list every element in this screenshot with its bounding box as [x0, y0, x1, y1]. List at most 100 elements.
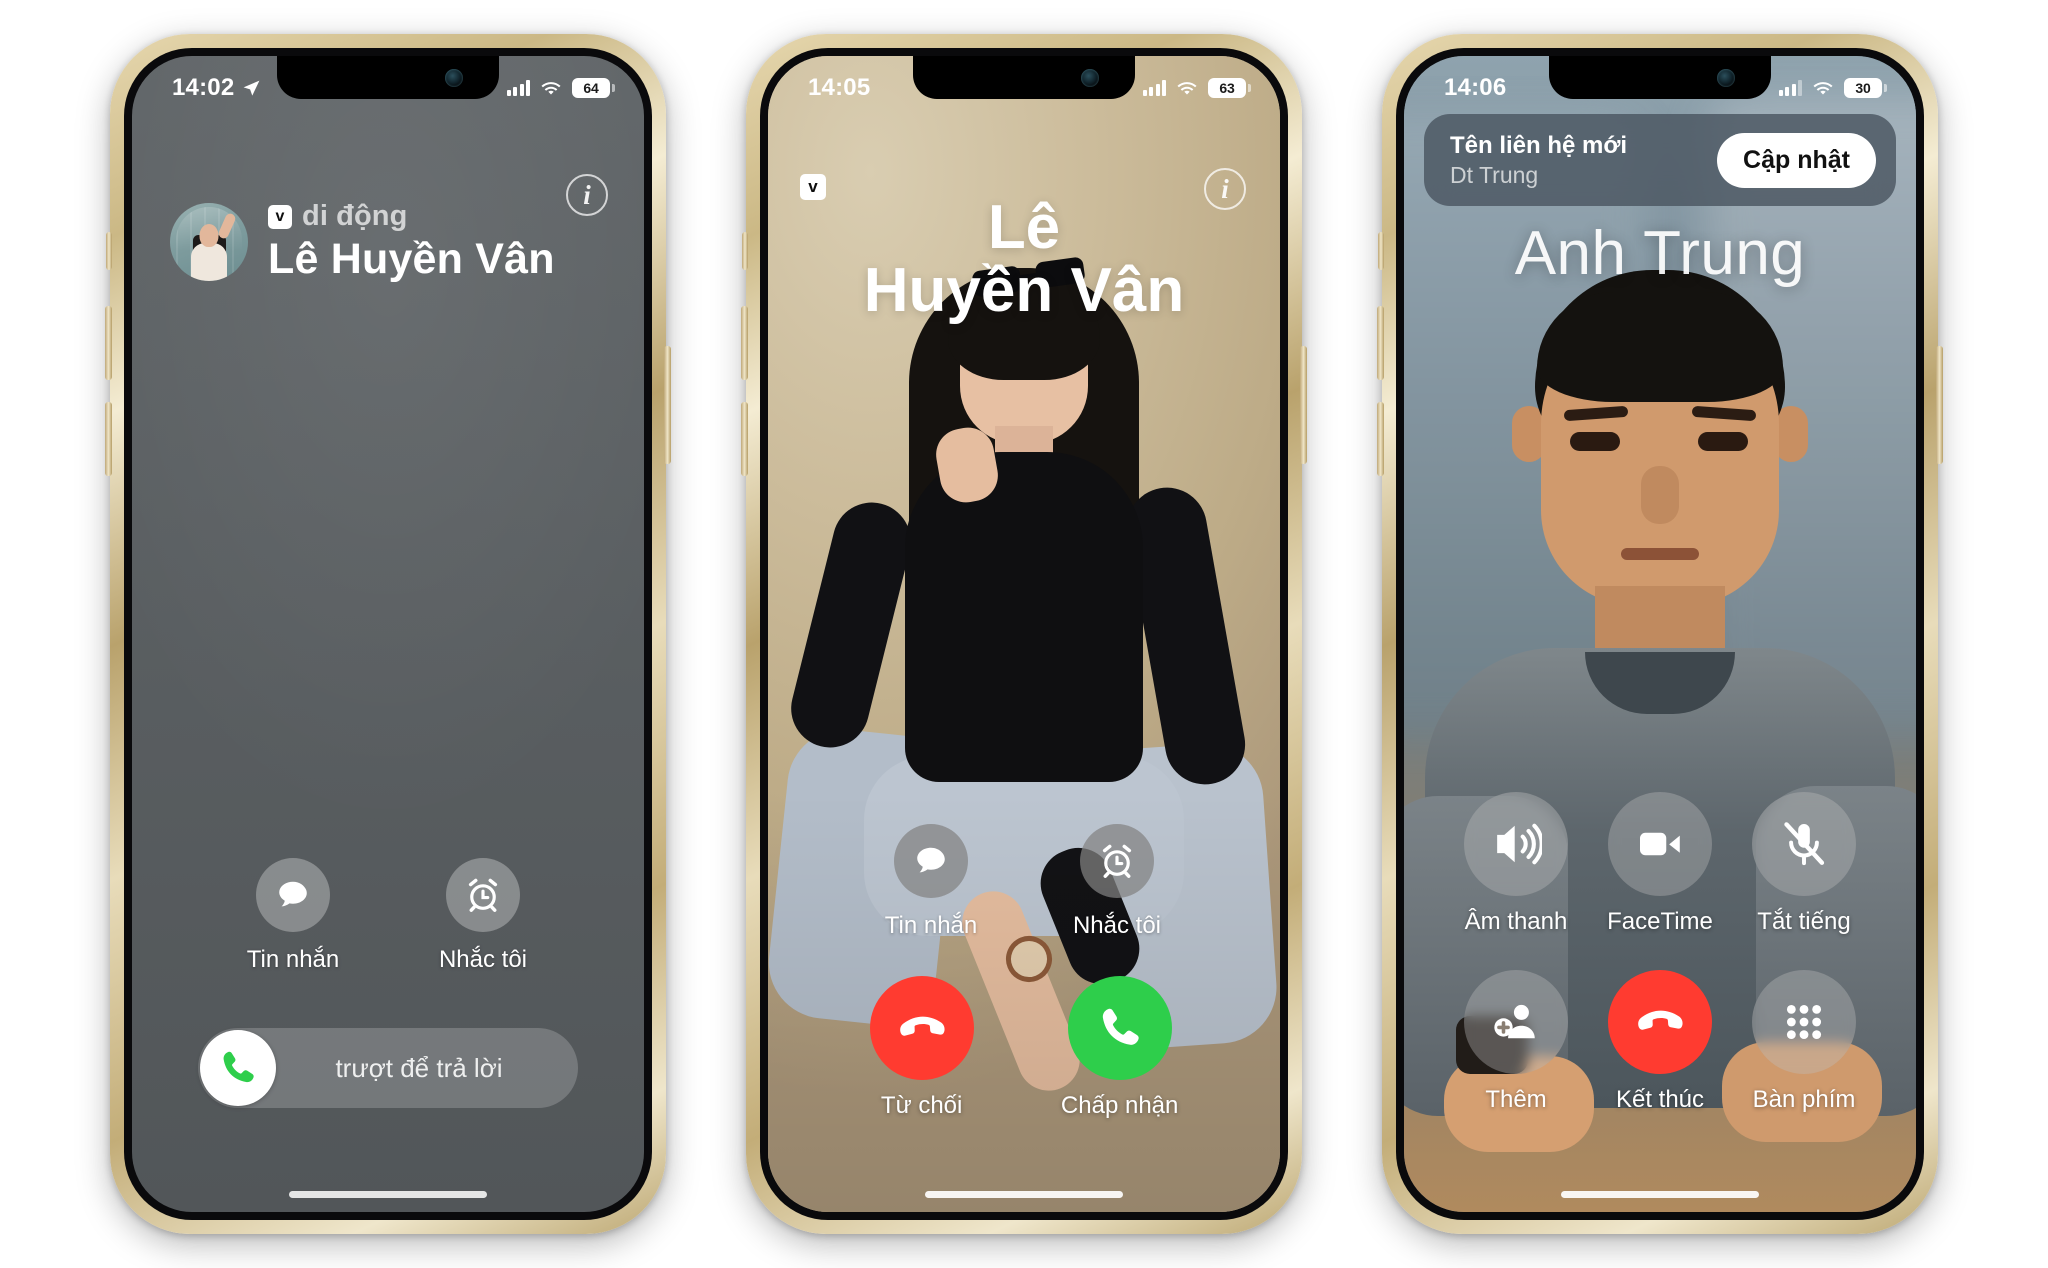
quick-action-message[interactable]: Tin nhắn [227, 858, 359, 974]
control-label: FaceTime [1607, 908, 1713, 935]
photo-top-garment [905, 452, 1143, 782]
slide-to-answer-knob[interactable] [200, 1030, 276, 1106]
caller-name: Lê Huyền Vân [268, 235, 555, 283]
quick-action-label: Tin nhắn [884, 912, 978, 939]
volume-down-button[interactable] [1377, 402, 1384, 476]
battery-level: 30 [1855, 80, 1871, 96]
location-arrow-icon [243, 80, 260, 96]
quick-action-label: Nhắc tôi [1072, 912, 1162, 939]
keypad-icon [1752, 970, 1856, 1074]
keypad-control[interactable]: Bàn phím [1752, 970, 1856, 1114]
message-bubble-glyph [279, 881, 307, 907]
caller-meta: v di động Lê Huyền Vân [268, 200, 555, 284]
end-call-control[interactable]: Kết thúc [1608, 970, 1712, 1114]
battery-level: 64 [583, 80, 599, 96]
caller-avatar [170, 203, 248, 281]
incoming-call-header: i v di động Lê Huyền Vân [132, 174, 644, 284]
carrier-line: v di động [268, 200, 555, 233]
carrier-label: di động [302, 200, 408, 232]
home-indicator[interactable] [925, 1191, 1123, 1198]
mute-control[interactable]: Tắt tiếng [1752, 792, 1856, 936]
side-power-button[interactable] [664, 346, 671, 464]
add-call-control[interactable]: Thêm [1464, 970, 1568, 1114]
volume-up-button[interactable] [741, 306, 748, 380]
battery-indicator: 63 [1208, 78, 1251, 98]
facetime-control[interactable]: FaceTime [1607, 792, 1713, 936]
new-contact-banner[interactable]: Tên liên hệ mới Dt Trung Cập nhật [1424, 114, 1896, 206]
avatar-head [199, 224, 219, 247]
screen-active-call: 14:06 30 Anh Trung Tên liên hệ mới Dt Tr… [1404, 56, 1916, 1212]
front-camera-icon [1081, 69, 1099, 87]
slide-to-answer-slider[interactable]: trượt để trả lời [198, 1028, 578, 1108]
home-indicator[interactable] [1561, 1191, 1759, 1198]
battery-indicator: 64 [572, 78, 615, 98]
update-contact-button[interactable]: Cập nhật [1717, 132, 1876, 188]
quick-action-message[interactable]: Tin nhắn [865, 824, 997, 940]
display-notch [913, 56, 1135, 99]
status-bar-left: 14:06 [1444, 74, 1506, 102]
mute-switch[interactable] [106, 232, 112, 270]
banner-title: Tên liên hệ mới [1450, 131, 1628, 159]
decline-call-button[interactable]: Từ chối [869, 976, 974, 1120]
photo-fringe [1537, 292, 1783, 402]
status-bar-right: 30 [1778, 78, 1887, 98]
caller-name-line1: Lê [987, 193, 1061, 262]
status-bar-left: 14:05 [808, 74, 870, 102]
volume-up-button[interactable] [1377, 306, 1384, 380]
side-power-button[interactable] [1936, 346, 1943, 464]
status-time: 14:02 [172, 74, 235, 101]
caller-name-line2: Huyền Vân [863, 256, 1185, 326]
call-info-button[interactable]: i [1204, 168, 1246, 210]
cellular-signal-icon [1778, 80, 1802, 96]
front-camera-icon [1717, 69, 1735, 87]
phone-handset-icon [1067, 976, 1172, 1080]
wifi-icon [1177, 81, 1197, 95]
quick-action-remind[interactable]: Nhắc tôi [417, 858, 549, 974]
phone-locked-incoming: 14:02 64 i v di động Lê Huyền Vân Tin nh… [105, 34, 671, 1234]
phone-handset-icon [223, 1051, 254, 1083]
home-indicator[interactable] [289, 1191, 487, 1198]
wifi-icon [1813, 81, 1833, 95]
volume-down-button[interactable] [741, 402, 748, 476]
status-bar-right: 64 [506, 78, 615, 98]
alarm-clock-icon [1080, 824, 1154, 898]
three-phone-screenshot-row: 14:02 64 i v di động Lê Huyền Vân Tin nh… [0, 0, 2048, 1268]
side-power-button[interactable] [1300, 346, 1307, 464]
photo-eye-left [1570, 432, 1620, 451]
speaker-control[interactable]: Âm thanh [1464, 792, 1568, 936]
photo-eye-right [1698, 432, 1748, 451]
battery-level: 63 [1219, 80, 1235, 96]
phone-down-icon [1608, 970, 1712, 1074]
screen-photo-incoming: 14:05 63 v i Lê Huyền Vân Tin nhắn Nhắc … [768, 56, 1280, 1212]
speaker-wave-icon [1464, 792, 1568, 896]
microphone-slash-icon [1752, 792, 1856, 896]
front-camera-icon [445, 69, 463, 87]
sim-badge-icon: v [268, 204, 292, 229]
message-bubble-icon [256, 858, 330, 932]
accept-call-label: Chấp nhận [1060, 1092, 1179, 1119]
video-camera-icon [1607, 792, 1712, 896]
control-label: Kết thúc [1615, 1086, 1705, 1113]
phone-photo-incoming: 14:05 63 v i Lê Huyền Vân Tin nhắn Nhắc … [741, 34, 1307, 1234]
video-camera-glyph [1639, 832, 1680, 856]
control-label: Tắt tiếng [1757, 908, 1851, 935]
screen-locked-incoming: 14:02 64 i v di động Lê Huyền Vân Tin nh… [132, 56, 644, 1212]
alarm-clock-glyph [1102, 844, 1132, 878]
call-answer-controls: Từ chối Chấp nhận [768, 976, 1280, 1120]
phone-down-glyph [1638, 1010, 1683, 1030]
call-controls-grid: Âm thanh FaceTime Tắt tiếng Thêm Kết thú… [1404, 792, 1916, 1114]
volume-up-button[interactable] [105, 306, 112, 380]
cellular-signal-icon [506, 80, 530, 96]
keypad-glyph [1786, 1004, 1822, 1040]
mute-switch[interactable] [1378, 232, 1384, 270]
decline-call-label: Từ chối [880, 1092, 963, 1119]
wifi-icon [541, 81, 561, 95]
mute-switch[interactable] [742, 232, 748, 270]
quick-action-remind[interactable]: Nhắc tôi [1051, 824, 1183, 940]
call-info-button[interactable]: i [566, 174, 608, 216]
phone-down-icon [869, 976, 974, 1080]
volume-down-button[interactable] [105, 402, 112, 476]
display-notch [1549, 56, 1771, 99]
accept-call-button[interactable]: Chấp nhận [1061, 976, 1178, 1120]
microphone-slash-glyph [1784, 822, 1825, 866]
